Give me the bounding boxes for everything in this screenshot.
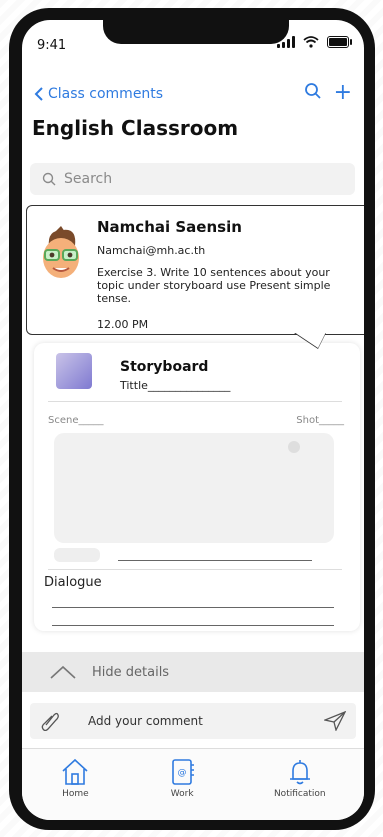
storyboard-card: Storyboard Tittle_______________ Scene__… bbox=[34, 343, 360, 631]
divider bbox=[48, 569, 342, 570]
avatar bbox=[43, 226, 79, 278]
tab-notification-label: Notification bbox=[273, 789, 326, 799]
back-label: Class comments bbox=[48, 86, 164, 102]
shot-label: Shot_____ bbox=[296, 415, 344, 426]
tab-home-label: Home bbox=[62, 789, 89, 799]
notebook-icon: @ bbox=[172, 759, 195, 785]
frame-dot bbox=[288, 441, 300, 453]
screen: 9:41 Class comments + English Classroom … bbox=[22, 20, 364, 820]
comment-bubble: Namchai Saensin Namchai@mh.ac.th Exercis… bbox=[26, 205, 364, 335]
page-title: English Classroom bbox=[32, 116, 239, 140]
add-icon[interactable]: + bbox=[334, 82, 352, 104]
status-time: 9:41 bbox=[37, 38, 67, 53]
tab-home[interactable]: Home bbox=[60, 757, 90, 799]
comment-message: Exercise 3. Write 10 sentences about you… bbox=[97, 266, 331, 305]
send-icon[interactable] bbox=[324, 711, 346, 731]
nav-actions: + bbox=[304, 82, 352, 104]
battery-icon bbox=[327, 36, 352, 48]
dialogue-line bbox=[52, 625, 334, 626]
chevron-up-icon bbox=[50, 665, 76, 679]
storyboard-frame bbox=[54, 433, 334, 543]
home-icon bbox=[62, 758, 88, 785]
dialogue-line bbox=[52, 607, 334, 608]
comment-time: 12.00 PM bbox=[97, 318, 149, 331]
storyboard-subtitle: Tittle_______________ bbox=[120, 379, 231, 392]
hide-details-button[interactable]: Hide details bbox=[22, 652, 364, 692]
back-button[interactable]: Class comments bbox=[34, 86, 163, 102]
storyboard-title: Storyboard bbox=[120, 359, 209, 375]
chevron-left-icon bbox=[34, 87, 43, 101]
comment-placeholder: Add your comment bbox=[88, 714, 203, 728]
storyboard-thumbnail bbox=[56, 353, 92, 389]
search-icon bbox=[42, 172, 56, 186]
notch bbox=[103, 20, 289, 44]
tab-work[interactable]: @ Work bbox=[167, 757, 197, 799]
scene-label: Scene_____ bbox=[48, 415, 104, 426]
paperclip-icon[interactable] bbox=[40, 711, 60, 731]
search-icon[interactable] bbox=[304, 82, 322, 100]
search-input[interactable]: Search bbox=[30, 163, 355, 195]
tab-bar: Home @ Work Notification bbox=[22, 748, 364, 820]
bell-icon bbox=[289, 760, 310, 785]
hide-details-label: Hide details bbox=[92, 664, 170, 680]
status-icons bbox=[277, 36, 352, 48]
tab-work-label: Work bbox=[170, 789, 194, 799]
tab-notification[interactable]: Notification bbox=[274, 757, 326, 799]
divider bbox=[48, 401, 342, 402]
comment-input[interactable]: Add your comment bbox=[30, 703, 356, 739]
frame-chip bbox=[54, 548, 100, 562]
bubble-tail bbox=[294, 332, 326, 348]
comment-email: Namchai@mh.ac.th bbox=[97, 244, 206, 257]
svg-text:@: @ bbox=[178, 768, 187, 778]
comment-author: Namchai Saensin bbox=[97, 218, 242, 236]
frame-caption-line bbox=[118, 560, 312, 561]
wifi-icon bbox=[303, 36, 319, 48]
search-placeholder: Search bbox=[64, 171, 113, 187]
dialogue-label: Dialogue bbox=[44, 575, 102, 590]
